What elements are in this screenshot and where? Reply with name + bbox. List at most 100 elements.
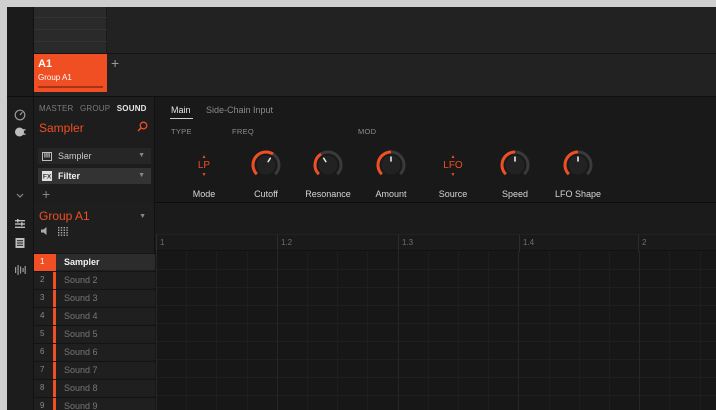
active-tab-underline	[170, 118, 193, 119]
speed-label: Speed	[501, 189, 529, 199]
lfo-shape-knob[interactable]	[561, 148, 595, 182]
group-tile-a1[interactable]: A1 Group A1	[34, 54, 107, 92]
plugin-icon[interactable]	[13, 125, 27, 139]
sound-slot[interactable]: 7 Sound 7	[34, 361, 155, 379]
grid-step-line	[699, 251, 701, 410]
speaker-icon[interactable]	[41, 227, 50, 238]
search-icon[interactable]	[137, 121, 148, 134]
metronome-icon[interactable]	[13, 108, 27, 122]
ruler-label: 1.2	[281, 238, 293, 247]
cutoff-label: Cutoff	[254, 189, 278, 199]
pads-grid-icon[interactable]	[58, 227, 68, 238]
mode-selector[interactable]: ▲ LP ▼	[187, 149, 221, 183]
mode-label: Mode	[192, 189, 216, 199]
sound-slot-number: 1	[40, 257, 45, 266]
sound-slot-number: 3	[40, 293, 45, 302]
grid-row-line	[155, 359, 716, 360]
sound-slot-label: Sound 7	[64, 365, 98, 375]
tab-master[interactable]: MASTER	[39, 104, 74, 113]
pattern-editor-icon[interactable]	[13, 236, 27, 250]
collapse-chevron-icon[interactable]	[13, 189, 27, 203]
grid-row-line	[155, 287, 716, 288]
speed-knob[interactable]	[498, 148, 532, 182]
sound-slot-number: 2	[40, 275, 45, 284]
sound-slot-label: Sound 8	[64, 383, 98, 393]
sound-slot[interactable]: 9 Sound 9	[34, 397, 155, 410]
amount-knob[interactable]	[374, 148, 408, 182]
grid-step-line	[639, 251, 641, 410]
grid-step-line	[578, 251, 580, 410]
sound-list: Group A1 ▼ 1 Sampler 2 Sound 2 3 Sound 3 4 Soun…	[34, 203, 155, 410]
ruler-tick	[156, 235, 157, 252]
plugin-slot-label: Filter	[58, 171, 81, 181]
group-tile-color-bar	[38, 86, 103, 88]
grid-step-line	[307, 251, 308, 410]
plugin-slot-sampler[interactable]: Sampler ▼	[38, 148, 151, 164]
knob-body	[318, 155, 338, 175]
grid-step-line	[367, 251, 369, 410]
sound-slot[interactable]: 4 Sound 4	[34, 307, 155, 325]
chevron-down-icon[interactable]: ▼	[138, 172, 145, 179]
timeline-ruler[interactable]: 1 1.2 1.3 1.4 2	[155, 234, 716, 252]
tab-group[interactable]: GROUP	[80, 104, 110, 113]
grid-row-line	[155, 323, 716, 324]
ruler-tick	[277, 235, 278, 252]
chevron-down-icon[interactable]: ▼	[138, 152, 145, 159]
scene-cell[interactable]	[34, 7, 107, 53]
mixer-list-icon[interactable]	[13, 217, 27, 231]
sound-slot[interactable]: 6 Sound 6	[34, 343, 155, 361]
group-tile-name: A1	[38, 58, 53, 70]
grid-step-line	[397, 251, 399, 410]
sound-slot[interactable]: 8 Sound 8	[34, 379, 155, 397]
down-arrow-icon: ▼	[450, 172, 456, 178]
grid-step-line	[337, 251, 339, 410]
grid-step-line	[276, 251, 278, 410]
ruler-tick	[638, 235, 639, 252]
amount-label: Amount	[375, 189, 407, 199]
sound-slot-number: 5	[40, 329, 45, 338]
sound-slot-label: Sampler	[64, 257, 100, 267]
svg-text:FX: FX	[43, 174, 52, 181]
down-arrow-icon: ▼	[201, 172, 207, 178]
grid-step-line	[548, 251, 550, 410]
sound-slot-label: Sound 6	[64, 347, 98, 357]
sound-color-strip	[53, 398, 56, 410]
sound-color-strip	[53, 272, 56, 289]
group-title[interactable]: Group A1	[39, 209, 90, 223]
sound-slot[interactable]: 3 Sound 3	[34, 289, 155, 307]
ruler-label: 1.4	[523, 238, 535, 247]
sound-slot-number: 7	[40, 365, 45, 374]
tab-sound[interactable]: SOUND	[117, 104, 147, 113]
sound-slot[interactable]: 5 Sound 5	[34, 325, 155, 343]
ruler-label: 1	[160, 238, 165, 247]
cutoff-knob[interactable]	[249, 148, 283, 182]
tab-side-chain-input[interactable]: Side-Chain Input	[206, 105, 273, 115]
ruler-label: 2	[642, 238, 647, 247]
grid-row-line	[155, 395, 716, 396]
chevron-down-icon[interactable]: ▼	[139, 213, 146, 220]
grid-step-line	[246, 251, 248, 410]
plugin-title[interactable]: Sampler	[39, 121, 84, 135]
tab-main[interactable]: Main	[171, 105, 191, 115]
step-grid[interactable]	[155, 251, 716, 410]
resonance-knob[interactable]	[311, 148, 345, 182]
sound-slot-label: Sound 2	[64, 275, 98, 285]
add-group-button[interactable]: +	[111, 55, 119, 71]
source-label: Source	[438, 189, 468, 199]
resonance-label: Resonance	[305, 189, 351, 199]
sound-color-strip	[53, 308, 56, 325]
group-tools	[41, 227, 68, 238]
plugin-slot-label: Sampler	[58, 151, 92, 161]
module-tabs: MASTER GROUP SOUND	[39, 104, 151, 113]
add-plugin-button[interactable]: +	[42, 186, 50, 202]
sound-slot[interactable]: 1 Sampler	[34, 253, 155, 271]
sound-color-strip	[53, 290, 56, 307]
parameter-panel: Main Side-Chain Input TYPE FREQ MOD ▲ LP…	[155, 97, 716, 203]
plugin-slot-filter[interactable]: FX Filter ▼	[38, 168, 151, 184]
waveform-icon[interactable]	[13, 263, 27, 277]
sound-slot[interactable]: 2 Sound 2	[34, 271, 155, 289]
mode-value: LP	[197, 160, 211, 171]
group-tile-subtitle: Group A1	[38, 73, 72, 82]
grid-row-line	[155, 269, 716, 270]
source-selector[interactable]: ▲ LFO ▼	[436, 149, 470, 183]
